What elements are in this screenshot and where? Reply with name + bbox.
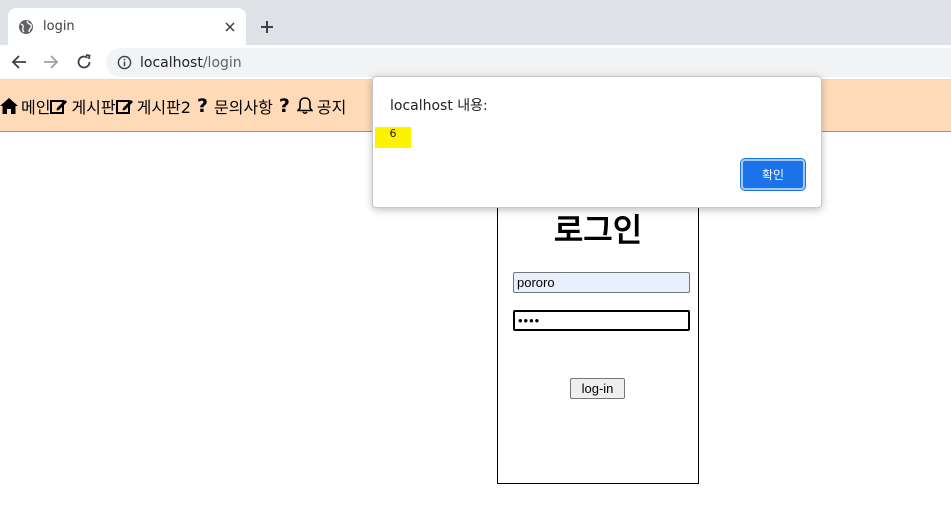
nav-label-notice: 공지 bbox=[316, 97, 347, 117]
edit-icon bbox=[50, 97, 68, 115]
nav-item-main[interactable]: 메인 bbox=[0, 94, 50, 118]
password-input[interactable] bbox=[513, 310, 690, 331]
url-text: localhost/login bbox=[140, 55, 242, 71]
reload-icon[interactable] bbox=[73, 51, 95, 73]
browser-tab-login[interactable]: login bbox=[8, 8, 246, 45]
back-arrow-icon[interactable] bbox=[8, 51, 30, 73]
dialog-ok-button[interactable]: 확인 bbox=[740, 158, 806, 191]
address-bar[interactable]: localhost/login bbox=[106, 48, 951, 77]
nav-item-notice[interactable]: 공지 bbox=[296, 94, 346, 118]
nav-item-inquiry[interactable]: ? 문의사항 ? bbox=[191, 94, 296, 118]
new-tab-plus-icon[interactable] bbox=[256, 16, 278, 38]
dialog-message: 6 bbox=[375, 127, 411, 148]
browser-toolbar: localhost/login bbox=[0, 45, 951, 80]
browser-tabstrip: login bbox=[0, 0, 951, 45]
username-input[interactable] bbox=[513, 272, 690, 293]
nav-label-inquiry: 문의사항 bbox=[214, 97, 273, 117]
nav-label-main: 메인 bbox=[21, 97, 51, 117]
dialog-title: localhost 내용: bbox=[390, 98, 488, 114]
nav-item-board[interactable]: 게시판 bbox=[50, 94, 116, 118]
login-button[interactable]: log-in bbox=[570, 378, 625, 399]
edit-icon bbox=[115, 97, 134, 115]
info-icon[interactable] bbox=[116, 55, 132, 71]
home-icon bbox=[0, 97, 18, 115]
nav-label-board2: 게시판2 bbox=[136, 97, 191, 117]
forward-arrow-icon[interactable] bbox=[40, 51, 62, 73]
nav-item-board2[interactable]: 게시판2 bbox=[115, 94, 191, 118]
alert-dialog: localhost 내용: 6 확인 bbox=[372, 76, 822, 208]
tab-title: login bbox=[43, 19, 75, 34]
login-form: 로그인 log-in bbox=[497, 190, 699, 484]
close-tab-icon[interactable] bbox=[220, 17, 240, 37]
url-host: localhost bbox=[140, 54, 203, 71]
url-path: /login bbox=[202, 54, 242, 71]
question-icon: ? bbox=[278, 94, 290, 117]
question-icon: ? bbox=[196, 94, 208, 117]
nav-label-board: 게시판 bbox=[71, 97, 116, 117]
login-title: 로그인 bbox=[553, 211, 643, 249]
bell-icon bbox=[296, 96, 314, 115]
globe-icon bbox=[18, 19, 34, 35]
